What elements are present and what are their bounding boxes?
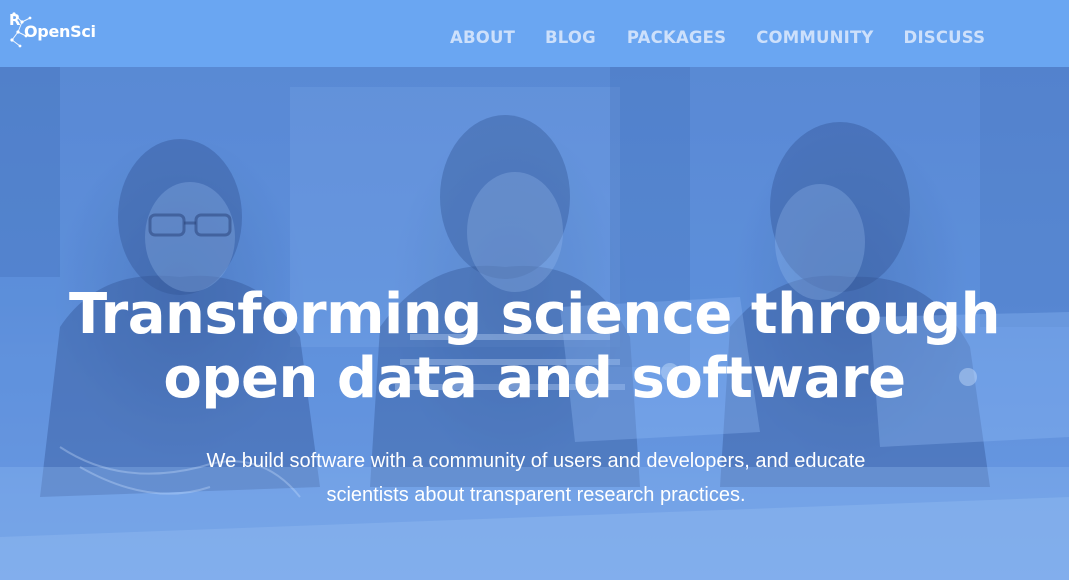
hero-title-line-1: Transforming science through (69, 282, 1000, 347)
logo-wordmark: OpenSci (24, 22, 96, 41)
logo-r-mark: R (9, 11, 21, 29)
top-navbar: R OpenSci ABOUT BLOG PACKAGES COMMUNITY … (0, 0, 1069, 67)
nav-link-discuss[interactable]: DISCUSS (904, 27, 986, 49)
main-nav: ABOUT BLOG PACKAGES COMMUNITY DISCUSS (450, 27, 985, 49)
nav-link-about[interactable]: ABOUT (450, 27, 515, 49)
ropensci-logo[interactable]: R OpenSci (8, 10, 98, 50)
hero-section: Transforming science through open data a… (0, 67, 1069, 580)
hero-title: Transforming science through open data a… (0, 283, 1069, 411)
nav-link-packages[interactable]: PACKAGES (627, 27, 726, 49)
hero-subtitle: We build software with a community of us… (206, 450, 866, 506)
hero-title-line-2: open data and software (163, 346, 906, 411)
nav-link-community[interactable]: COMMUNITY (756, 27, 873, 49)
nav-link-blog[interactable]: BLOG (545, 27, 596, 49)
